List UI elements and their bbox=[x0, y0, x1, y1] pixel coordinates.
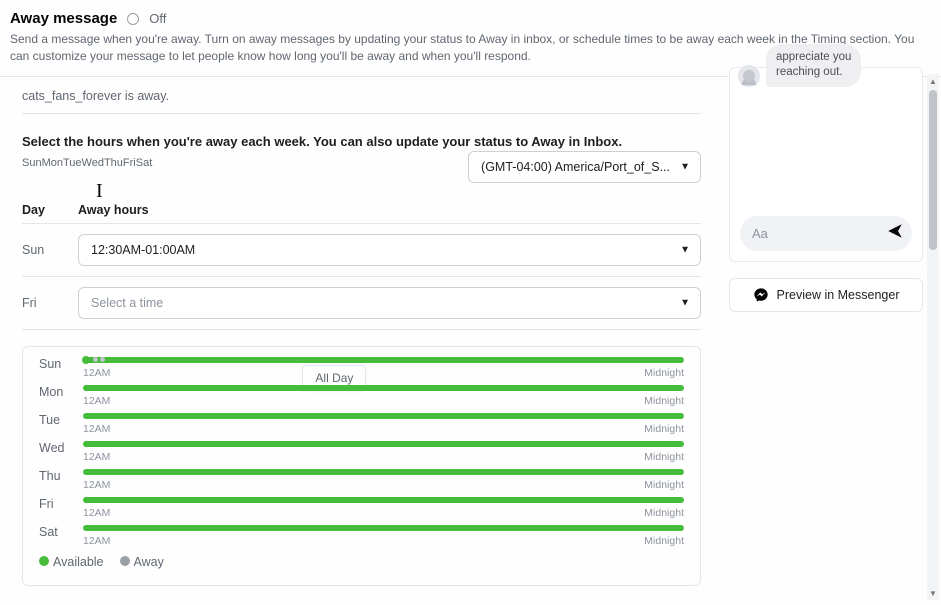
timeline-row-sun: Sun 12AM Midnight bbox=[39, 357, 684, 379]
row-day-label: Fri bbox=[22, 296, 78, 310]
vertical-scrollbar[interactable]: ▲ ▼ bbox=[927, 74, 939, 600]
message-line-1: appreciate you bbox=[776, 51, 851, 63]
schedule-table-header: Day Away hours bbox=[22, 203, 701, 224]
person-icon bbox=[738, 65, 760, 87]
compose-input[interactable]: Aa bbox=[740, 216, 912, 251]
scrollbar-thumb[interactable] bbox=[929, 90, 937, 250]
messenger-icon bbox=[753, 287, 769, 303]
caret-down-icon: ▼ bbox=[680, 161, 690, 172]
timeline-end: Midnight bbox=[644, 423, 684, 435]
timeline-row-wed: Wed 12AM Midnight bbox=[39, 441, 684, 463]
day-short[interactable]: Sun bbox=[22, 157, 42, 169]
scroll-up-icon[interactable]: ▲ bbox=[927, 74, 939, 88]
timeline-start: 12AM bbox=[83, 507, 110, 519]
timeline-day-label: Sun bbox=[39, 357, 83, 371]
day-short[interactable]: Wed bbox=[82, 157, 104, 169]
timeline-track[interactable] bbox=[83, 357, 684, 363]
day-short[interactable]: Sat bbox=[136, 157, 153, 169]
legend: Available Away bbox=[39, 555, 684, 569]
timeline-track[interactable] bbox=[83, 413, 684, 419]
away-hours-select-sun[interactable]: 12:30AM-01:00AM ▼ bbox=[78, 234, 701, 266]
timeline-day-label: Mon bbox=[39, 385, 83, 399]
legend-away-label: Away bbox=[134, 555, 164, 569]
timeline-end: Midnight bbox=[644, 535, 684, 547]
day-short[interactable]: Fri bbox=[123, 157, 136, 169]
send-icon[interactable] bbox=[886, 222, 904, 245]
legend-dot-available bbox=[39, 556, 49, 566]
timeline-track[interactable] bbox=[83, 469, 684, 475]
timeline-end: Midnight bbox=[644, 479, 684, 491]
status-line: cats_fans_forever is away. bbox=[22, 89, 701, 114]
avatar bbox=[738, 65, 760, 87]
timezone-value: (GMT-04:00) America/Port_of_S... bbox=[481, 160, 670, 174]
timeline-row-mon: Mon 12AM Midnight bbox=[39, 385, 684, 407]
timeline-end: Midnight bbox=[644, 367, 684, 379]
col-day-header: Day bbox=[22, 203, 78, 217]
page-title: Away message bbox=[10, 10, 117, 27]
message-line-2: reaching out. bbox=[776, 66, 843, 78]
timeline-card: All Day Sun 12AMMidnight Mon 12AMMidnigh… bbox=[22, 346, 701, 586]
day-short[interactable]: Thu bbox=[104, 157, 123, 169]
scroll-down-icon[interactable]: ▼ bbox=[927, 586, 939, 600]
timeline-day-label: Thu bbox=[39, 469, 83, 483]
timeline-start: 12AM bbox=[83, 535, 110, 547]
timezone-select[interactable]: (GMT-04:00) America/Port_of_S... ▼ bbox=[468, 151, 701, 183]
text-cursor-icon: I bbox=[96, 180, 103, 203]
compose-placeholder: Aa bbox=[752, 226, 768, 241]
legend-dot-away bbox=[120, 556, 130, 566]
timeline-start: 12AM bbox=[83, 367, 110, 379]
timeline-end: Midnight bbox=[644, 451, 684, 463]
timeline-track[interactable] bbox=[83, 497, 684, 503]
timeline-track[interactable] bbox=[83, 525, 684, 531]
schedule-title: Select the hours when you're away each w… bbox=[22, 134, 701, 149]
messenger-preview-panel: appreciate you reaching out. Aa bbox=[729, 67, 923, 262]
col-hours-header: Away hours bbox=[78, 203, 701, 217]
table-row: Fri Select a time ▼ bbox=[22, 277, 701, 330]
timeline-start: 12AM bbox=[83, 395, 110, 407]
legend-available-label: Available bbox=[53, 555, 104, 569]
timeline-end: Midnight bbox=[644, 395, 684, 407]
away-toggle-label: Off bbox=[149, 11, 166, 26]
timeline-row-thu: Thu 12AM Midnight bbox=[39, 469, 684, 491]
timeline-track[interactable] bbox=[83, 385, 684, 391]
timeline-start: 12AM bbox=[83, 479, 110, 491]
away-hours-value: 12:30AM-01:00AM bbox=[91, 243, 195, 257]
caret-down-icon: ▼ bbox=[680, 244, 690, 255]
timeline-day-label: Sat bbox=[39, 525, 83, 539]
timeline-day-label: Fri bbox=[39, 497, 83, 511]
timeline-track[interactable] bbox=[83, 441, 684, 447]
timeline-start: 12AM bbox=[83, 451, 110, 463]
timeline-day-label: Wed bbox=[39, 441, 83, 455]
timeline-start: 12AM bbox=[83, 423, 110, 435]
away-hours-placeholder: Select a time bbox=[91, 296, 163, 310]
away-toggle-radio[interactable] bbox=[127, 13, 139, 25]
timeline-row-tue: Tue 12AM Midnight bbox=[39, 413, 684, 435]
day-short[interactable]: Mon bbox=[42, 157, 63, 169]
preview-in-messenger-button[interactable]: Preview in Messenger bbox=[729, 278, 923, 312]
message-bubble: appreciate you reaching out. bbox=[766, 44, 861, 87]
timeline-row-fri: Fri 12AM Midnight bbox=[39, 497, 684, 519]
away-hours-select-fri[interactable]: Select a time ▼ bbox=[78, 287, 701, 319]
table-row: Sun 12:30AM-01:00AM ▼ bbox=[22, 224, 701, 277]
preview-button-label: Preview in Messenger bbox=[777, 288, 900, 302]
timeline-row-sat: Sat 12AM Midnight bbox=[39, 525, 684, 547]
caret-down-icon: ▼ bbox=[680, 297, 690, 308]
timeline-day-label: Tue bbox=[39, 413, 83, 427]
row-day-label: Sun bbox=[22, 243, 78, 257]
day-short[interactable]: Tue bbox=[63, 157, 82, 169]
timeline-end: Midnight bbox=[644, 507, 684, 519]
